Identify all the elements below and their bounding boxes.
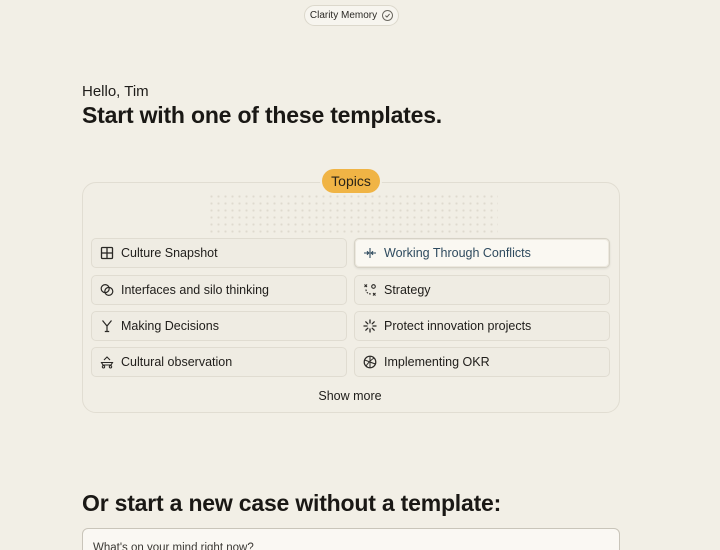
template-interfaces-and-silo-thinking[interactable]: Interfaces and silo thinking [91, 275, 347, 305]
target-icon [363, 355, 377, 369]
template-label: Strategy [384, 283, 431, 297]
template-label: Interfaces and silo thinking [121, 283, 270, 297]
template-working-through-conflicts[interactable]: Working Through Conflicts [354, 238, 610, 268]
show-more-button[interactable]: Show more [300, 389, 400, 403]
spark-icon [363, 319, 377, 333]
app-name: Clarity Memory [309, 10, 378, 21]
boat-icon [100, 355, 114, 369]
app-name-pill[interactable]: Clarity Memory [304, 5, 399, 26]
template-label: Culture Snapshot [121, 246, 218, 260]
greeting: Hello, Tim [82, 83, 149, 100]
new-case-heading: Or start a new case without a template: [82, 490, 502, 516]
template-implementing-okr[interactable]: Implementing OKR [354, 347, 610, 377]
page-title: Start with one of these templates. [82, 102, 442, 128]
page: Clarity Memory Hello, Tim Start with one… [0, 0, 720, 550]
template-making-decisions[interactable]: Making Decisions [91, 311, 347, 341]
topics-badge: Topics [322, 169, 380, 193]
fork-icon [100, 319, 114, 333]
grid-icon [100, 246, 114, 260]
dot-pattern [208, 193, 498, 233]
template-label: Protect innovation projects [384, 319, 532, 333]
strategy-icon [363, 283, 377, 297]
template-culture-snapshot[interactable]: Culture Snapshot [91, 238, 347, 268]
template-cultural-observation[interactable]: Cultural observation [91, 347, 347, 377]
template-strategy[interactable]: Strategy [354, 275, 610, 305]
overlap-circles-icon [100, 283, 114, 297]
template-label: Implementing OKR [384, 355, 490, 369]
template-protect-innovation-projects[interactable]: Protect innovation projects [354, 311, 610, 341]
template-label: Cultural observation [121, 355, 233, 369]
template-label: Working Through Conflicts [384, 246, 531, 260]
new-case-input[interactable]: What's on your mind right now? [82, 528, 620, 550]
arrows-inward-icon [363, 246, 377, 260]
verified-check-icon [382, 10, 394, 21]
template-label: Making Decisions [121, 319, 219, 333]
